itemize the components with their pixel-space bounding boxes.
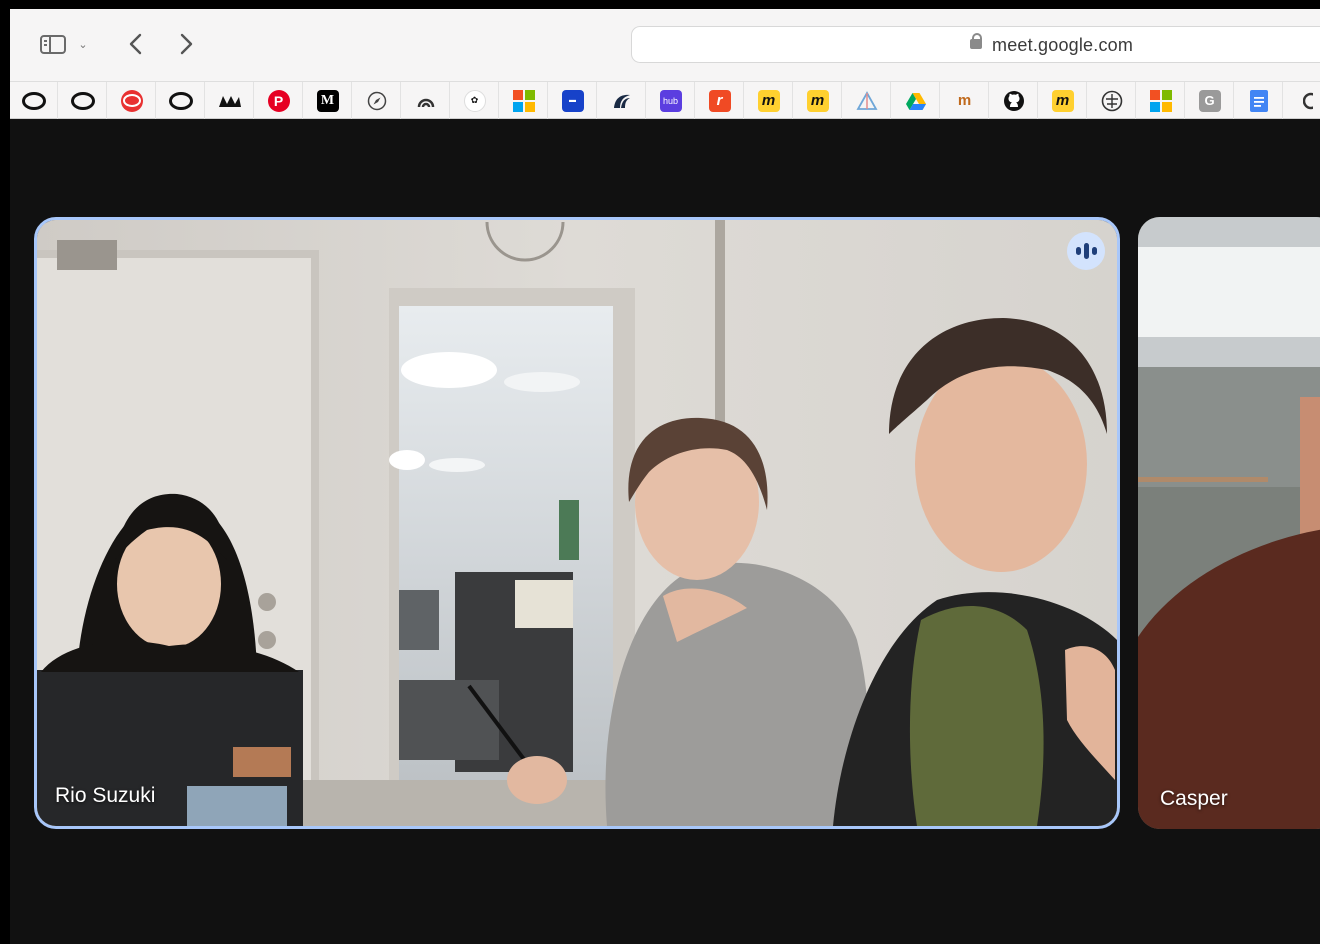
miro-bookmark-3[interactable]: m [1039, 82, 1087, 119]
hub-icon: hub [659, 89, 682, 112]
participant-tile-side[interactable]: Casper [1138, 217, 1320, 829]
pinterest-icon: P [267, 89, 290, 112]
triangle-bookmark[interactable] [843, 82, 891, 119]
red-ring-icon [120, 89, 143, 112]
screen-left-edge [0, 9, 10, 944]
github-icon [1003, 90, 1024, 111]
circle-logo-icon: ✿ [463, 89, 486, 112]
red-ring-bookmark[interactable] [108, 82, 156, 119]
participant-name-label: Rio Suzuki [55, 784, 156, 807]
circle-logo-bookmark[interactable]: ✿ [451, 82, 499, 119]
miro-icon: m [806, 89, 829, 112]
miro-icon: m [757, 89, 780, 112]
arc-icon [417, 98, 434, 107]
browser-toolbar: ⌄ meet.google.com [10, 9, 1320, 81]
chevron-down-icon: ⌄ [78, 38, 88, 51]
grammarly-bookmark[interactable]: G [1186, 82, 1234, 119]
wave-bookmark[interactable] [598, 82, 646, 119]
compass-bookmark[interactable] [353, 82, 401, 119]
red-r-bookmark[interactable]: r [696, 82, 744, 119]
video-feed [37, 220, 1117, 826]
google-drive-bookmark[interactable] [892, 82, 940, 119]
grammarly-icon: G [1198, 89, 1221, 112]
arc-bookmark[interactable] [402, 82, 450, 119]
google-drive-icon [905, 92, 926, 110]
bookmarks-bar: P M ✿ ▬ hub r m m m m G [10, 81, 1320, 119]
miro-bookmark-2[interactable]: m [794, 82, 842, 119]
ring-bookmark-2[interactable] [59, 82, 107, 119]
chevron-right-icon [180, 33, 193, 55]
ring-icon [70, 91, 95, 110]
sidebar-toggle-button[interactable]: ⌄ [34, 27, 94, 61]
microsoft-icon [1149, 89, 1172, 112]
shell-bookmark[interactable] [1088, 82, 1136, 119]
microsoft-bookmark-2[interactable] [1137, 82, 1185, 119]
ring-icon [168, 91, 193, 110]
forward-button[interactable] [170, 27, 202, 61]
ring-bookmark-3[interactable] [157, 82, 205, 119]
blue-box-icon: ▬ [561, 89, 584, 112]
miro-bookmark-1[interactable]: m [745, 82, 793, 119]
overflow-bookmark[interactable] [1284, 82, 1320, 119]
url-text: meet.google.com [992, 35, 1134, 55]
compass-icon [367, 91, 386, 110]
red-r-icon: r [708, 89, 731, 112]
medium-icon: M [316, 89, 339, 112]
black-wave-icon [218, 95, 241, 107]
m-logo-icon: m [957, 92, 972, 109]
shell-icon [1101, 90, 1122, 111]
sidebar-icon [40, 34, 67, 54]
participant-tile-main[interactable]: Rio Suzuki [34, 217, 1120, 829]
ring-icon [21, 91, 46, 110]
wave-icon [613, 94, 630, 108]
blue-box-bookmark[interactable]: ▬ [549, 82, 597, 119]
github-bookmark[interactable] [990, 82, 1038, 119]
microsoft-icon [512, 89, 535, 112]
hub-bookmark[interactable]: hub [647, 82, 695, 119]
medium-bookmark[interactable]: M [304, 82, 352, 119]
triangle-logo-icon [855, 90, 878, 110]
chevron-left-icon [129, 33, 142, 55]
browser-window: ⌄ meet.google.com P M ✿ ▬ hub r m m m m … [10, 9, 1320, 944]
screen-top-edge [0, 0, 1320, 9]
ring-bookmark-1[interactable] [10, 82, 58, 119]
address-bar[interactable]: meet.google.com [631, 26, 1320, 63]
miro-icon: m [1051, 89, 1074, 112]
video-feed-side [1138, 217, 1320, 829]
partial-bookmark-icon [1303, 92, 1313, 109]
microsoft-bookmark-1[interactable] [500, 82, 548, 119]
google-docs-icon [1249, 89, 1268, 112]
lock-icon [970, 33, 982, 49]
google-docs-bookmark[interactable] [1235, 82, 1283, 119]
speaking-indicator [1067, 232, 1105, 270]
m-logo-bookmark[interactable]: m [941, 82, 989, 119]
participant-name-label: Casper [1160, 787, 1228, 810]
black-logo-bookmark[interactable] [206, 82, 254, 119]
back-button[interactable] [120, 27, 152, 61]
pinterest-bookmark[interactable]: P [255, 82, 303, 119]
